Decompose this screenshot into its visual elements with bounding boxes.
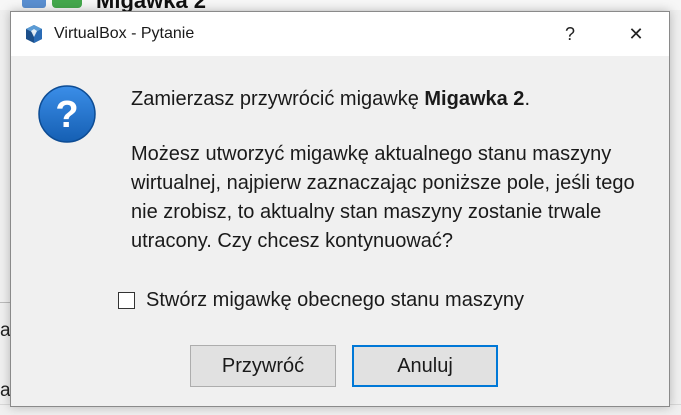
background-text-fragment: a — [0, 380, 11, 401]
create-snapshot-label[interactable]: Stwórz migawkę obecnego stanu maszyny — [146, 289, 524, 312]
cancel-button[interactable]: Anuluj — [352, 345, 498, 387]
dialog-info-text: Możesz utworzyć migawkę aktualnego stanu… — [131, 143, 635, 252]
create-snapshot-option[interactable]: Stwórz migawkę obecnego stanu maszyny — [118, 289, 524, 312]
message-prefix: Zamierzasz przywrócić migawkę — [131, 88, 425, 110]
dialog-message: Zamierzasz przywrócić migawkę Migawka 2. — [131, 88, 530, 111]
svg-text:?: ? — [55, 94, 78, 136]
background-vm-icon — [22, 0, 46, 8]
question-icon: ? — [38, 85, 96, 143]
dialog-title: VirtualBox - Pytanie — [54, 25, 195, 42]
dialog-titlebar[interactable]: VirtualBox - Pytanie ? ✕ — [11, 12, 669, 56]
close-button[interactable]: ✕ — [613, 12, 659, 56]
help-button[interactable]: ? — [547, 12, 593, 56]
question-dialog: VirtualBox - Pytanie ? ✕ ? Zamierzasz pr… — [10, 11, 670, 407]
message-suffix: . — [524, 88, 530, 110]
restore-button[interactable]: Przywróć — [190, 345, 336, 387]
virtualbox-icon — [26, 25, 42, 43]
snapshot-name: Migawka 2 — [424, 88, 525, 110]
create-snapshot-checkbox[interactable] — [118, 292, 135, 309]
background-snapshot-icon — [52, 0, 82, 8]
